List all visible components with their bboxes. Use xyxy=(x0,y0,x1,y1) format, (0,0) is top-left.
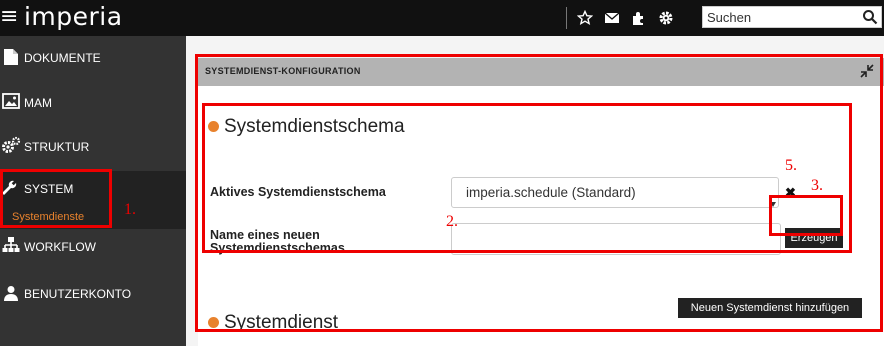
annotation-label-3: 3. xyxy=(811,177,823,194)
sidebar-item-struktur[interactable]: STRUKTUR xyxy=(0,132,186,162)
document-icon xyxy=(1,47,21,67)
section-title-text: Systemdienstschema xyxy=(224,116,405,137)
cogs-icon xyxy=(1,135,21,155)
config-panel: SYSTEMDIENST-KONFIGURATION Systemdiensts… xyxy=(198,58,884,346)
image-icon xyxy=(1,91,21,111)
active-schema-select[interactable]: imperia.schedule (Standard) xyxy=(451,177,779,208)
top-bar: ≡ imperia xyxy=(0,0,884,36)
annotation-label-2: 2. xyxy=(446,213,458,230)
sidebar-item-benutzerkonto[interactable]: BENUTZERKONTO xyxy=(0,280,186,310)
new-schema-label-line2: Systemdienstschemas xyxy=(210,241,345,255)
bullet-dot xyxy=(208,317,219,328)
header-icons xyxy=(566,0,685,36)
section-title-schema: Systemdienstschema xyxy=(208,116,405,138)
sidebar-item-label: DOKUMENTE xyxy=(24,51,101,65)
wrench-icon xyxy=(1,178,21,198)
clear-selection-icon[interactable]: ✖ xyxy=(785,185,796,201)
main-content: SYSTEMDIENST-KONFIGURATION Systemdiensts… xyxy=(186,36,884,346)
divider xyxy=(566,7,567,29)
search-box xyxy=(702,6,882,28)
select-value: imperia.schedule (Standard) xyxy=(466,185,636,200)
user-icon xyxy=(1,283,21,303)
sidebar-item-mam[interactable]: MAM xyxy=(0,88,186,118)
new-schema-label: Name eines neuen Systemdienstschemas xyxy=(210,229,345,255)
sidebar: DOKUMENTE MAM STRUKTUR SYSTEM Systemdien… xyxy=(0,36,186,346)
menu-icon[interactable]: ≡ xyxy=(0,4,19,29)
annotation-label-1: 1. xyxy=(124,201,136,218)
sidebar-subitem-systemdienste[interactable]: Systemdienste xyxy=(12,211,84,223)
star-icon[interactable] xyxy=(577,10,593,26)
sidebar-item-dokumente[interactable]: DOKUMENTE xyxy=(0,44,186,74)
sidebar-item-label: BENUTZERKONTO xyxy=(24,287,132,301)
app-logo[interactable]: ≡ imperia xyxy=(0,2,123,32)
search-input[interactable] xyxy=(703,7,861,27)
panel-title: SYSTEMDIENST-KONFIGURATION xyxy=(205,66,361,76)
search-icon[interactable] xyxy=(862,9,878,25)
sidebar-item-label: WORKFLOW xyxy=(24,240,96,254)
sidebar-item-label: STRUKTUR xyxy=(24,140,90,154)
caret-down-icon xyxy=(770,189,776,207)
new-schema-name-input[interactable] xyxy=(451,223,781,255)
section-title-systemdienst: Systemdienst xyxy=(208,312,338,334)
create-button[interactable]: Erzeugen xyxy=(785,228,843,248)
sidebar-item-label: SYSTEM xyxy=(24,182,74,196)
sidebar-item-label: MAM xyxy=(24,96,52,110)
active-schema-label: Aktives Systemdienstschema xyxy=(210,185,386,199)
logo-text: imperia xyxy=(23,2,123,31)
sitemap-icon xyxy=(1,235,21,255)
section-title-text: Systemdienst xyxy=(224,312,339,333)
panel-header: SYSTEMDIENST-KONFIGURATION xyxy=(198,58,884,86)
annotation-label-5: 5. xyxy=(785,157,797,174)
add-systemdienst-button[interactable]: Neuen Systemdienst hinzufügen xyxy=(678,298,862,318)
sidebar-item-workflow[interactable]: WORKFLOW xyxy=(0,232,186,262)
sidebar-item-system[interactable]: SYSTEM Systemdienste xyxy=(0,171,186,229)
bullet-dot xyxy=(208,121,219,132)
envelope-icon[interactable] xyxy=(604,10,620,26)
collapse-icon[interactable] xyxy=(860,64,874,78)
gear-icon[interactable] xyxy=(658,10,674,26)
plugin-icon[interactable] xyxy=(631,10,647,26)
